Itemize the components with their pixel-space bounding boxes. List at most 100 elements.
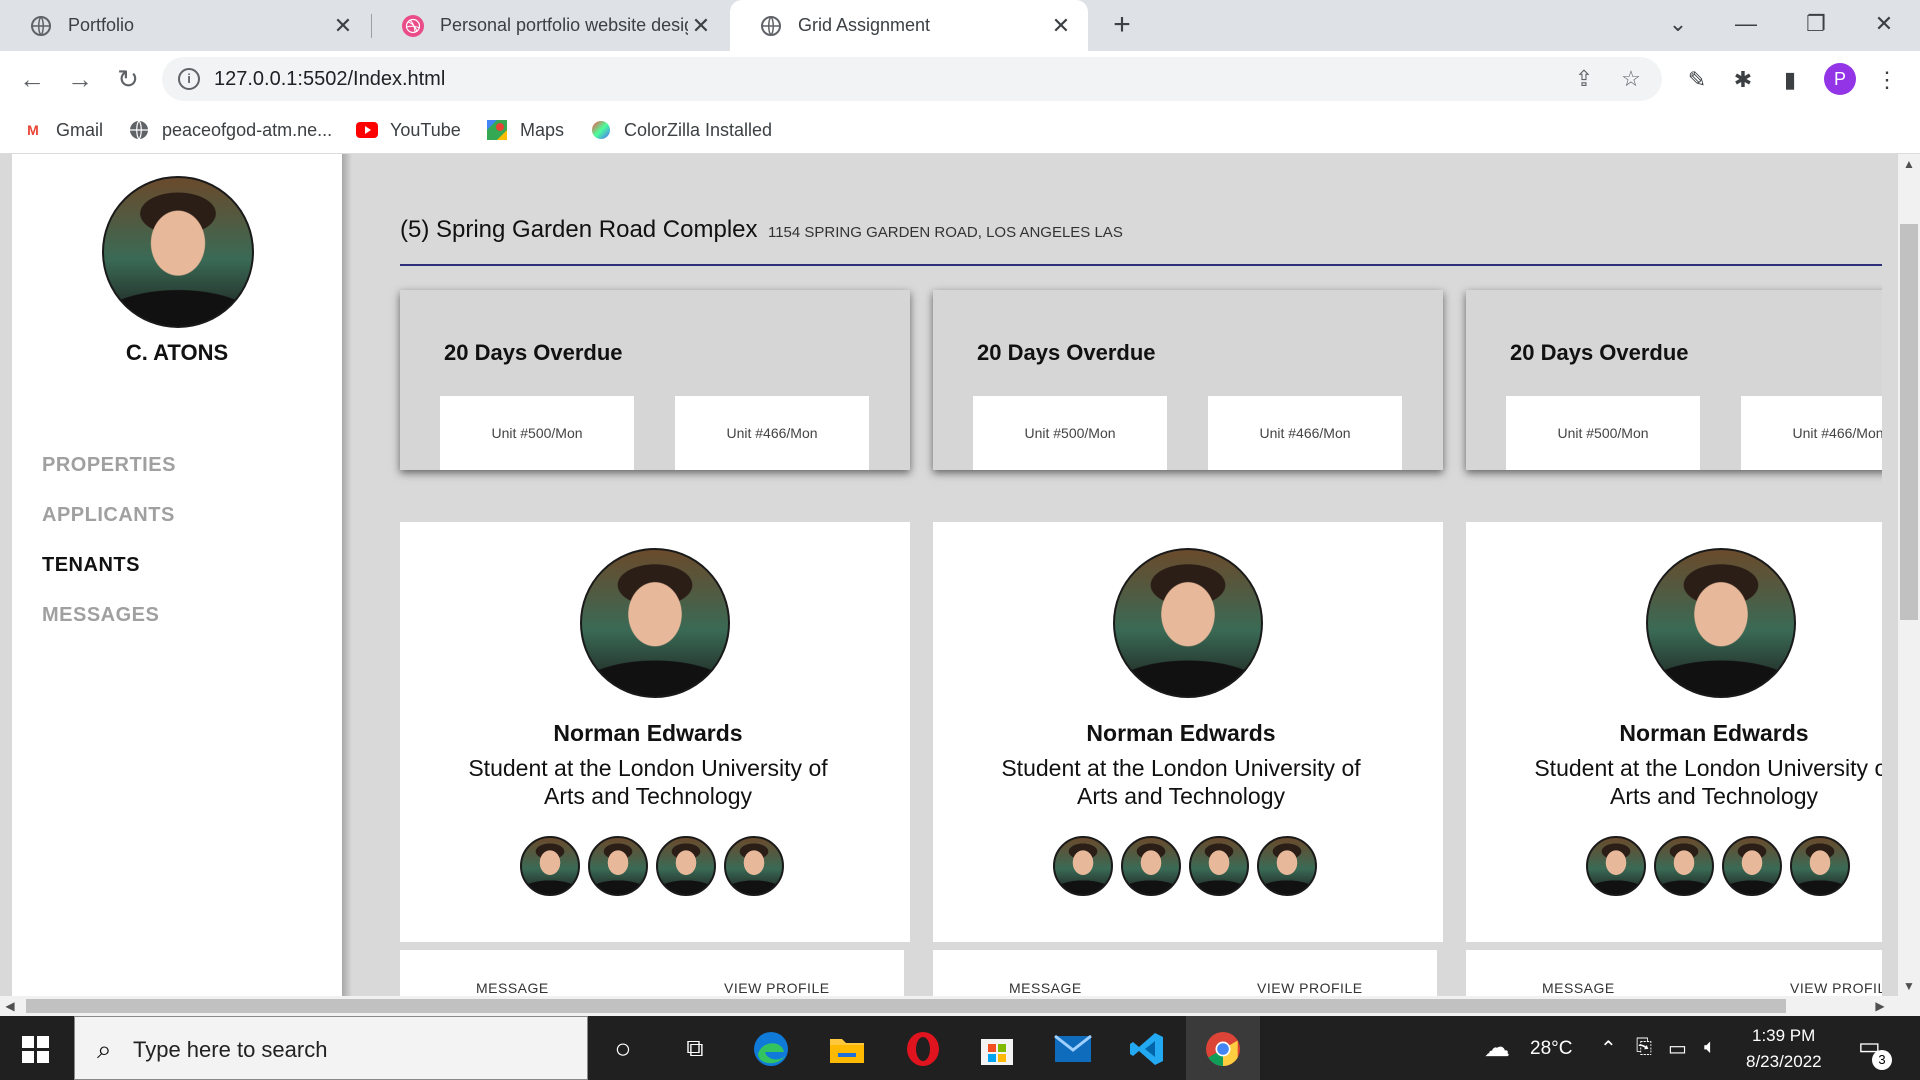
- reload-icon[interactable]: ↻: [110, 61, 146, 97]
- sidebar-item-applicants[interactable]: APPLICANTS: [42, 504, 176, 527]
- avatar: [102, 176, 254, 328]
- tab-search-chevron-icon[interactable]: ⌄: [1660, 6, 1696, 42]
- scrollbar-thumb[interactable]: [26, 999, 1786, 1013]
- scroll-left-arrow-icon[interactable]: ◀: [0, 996, 20, 1016]
- clock-date[interactable]: 8/23/2022: [1746, 1052, 1822, 1072]
- search-placeholder: Type here to search: [133, 1037, 328, 1062]
- tab-title: Personal portfolio website design: [440, 15, 688, 35]
- cortana-icon[interactable]: ○: [604, 1030, 642, 1068]
- file-explorer-icon[interactable]: [828, 1030, 866, 1068]
- weather-temperature[interactable]: 28°C: [1530, 1038, 1572, 1060]
- task-view-icon[interactable]: ⧉: [676, 1030, 714, 1068]
- url-text[interactable]: 127.0.0.1:5502/Index.html: [214, 68, 445, 91]
- view-profile-link[interactable]: VIEW PROFILE: [724, 980, 830, 996]
- colorzilla-icon: [590, 119, 612, 141]
- unit-box[interactable]: Unit #500/Mon: [440, 396, 634, 470]
- profile-description: Student at the London University of Arts…: [468, 755, 828, 809]
- content-edge: [1882, 154, 1898, 996]
- profile-card: Norman Edwards Student at the London Uni…: [400, 522, 910, 942]
- windows-taskbar: ⌕ Type here to search ○ ⧉ ☁ 28°C ⌃ ⎘ ▭ 🔈…: [0, 1016, 1920, 1080]
- back-arrow-icon[interactable]: ←: [14, 61, 50, 97]
- weather-icon[interactable]: ☁: [1484, 1032, 1510, 1063]
- edge-icon[interactable]: [752, 1030, 790, 1068]
- globe-icon: [30, 15, 52, 37]
- windows-start-icon[interactable]: [22, 1036, 50, 1064]
- avatar: [1646, 548, 1796, 698]
- microsoft-store-icon[interactable]: [978, 1030, 1016, 1068]
- chrome-icon[interactable]: [1204, 1030, 1242, 1068]
- share-icon[interactable]: ⇪: [1570, 65, 1598, 93]
- avatar: [588, 836, 648, 896]
- sidebar-item-tenants[interactable]: TENANTS: [42, 554, 176, 577]
- tab-portfolio[interactable]: Portfolio ✕: [0, 0, 370, 51]
- bookmarks-bar: M Gmail peaceofgod-atm.ne... YouTube Map…: [0, 106, 1920, 154]
- scroll-right-arrow-icon[interactable]: ▶: [1870, 996, 1890, 1016]
- profile-avatar[interactable]: P: [1824, 63, 1856, 95]
- close-icon[interactable]: ✕: [688, 13, 714, 39]
- avatar: [520, 836, 580, 896]
- minimize-icon[interactable]: —: [1728, 6, 1764, 42]
- volume-icon[interactable]: 🔈︎: [1704, 1036, 1716, 1059]
- unit-box[interactable]: Unit #500/Mon: [1506, 396, 1700, 470]
- vscode-icon[interactable]: [1128, 1030, 1166, 1068]
- eyedropper-extension-icon[interactable]: ✎: [1682, 65, 1712, 95]
- gmail-icon: M: [27, 122, 39, 138]
- notification-count[interactable]: 3: [1872, 1050, 1892, 1070]
- scroll-down-arrow-icon[interactable]: ▼: [1898, 976, 1920, 996]
- avatar: [724, 836, 784, 896]
- message-link[interactable]: MESSAGE: [1009, 980, 1082, 996]
- extensions-puzzle-icon[interactable]: ✱: [1728, 65, 1758, 95]
- overdue-card: 20 Days Overdue Unit #500/Mon Unit #466/…: [933, 290, 1443, 470]
- address-bar: ← → ↻ i 127.0.0.1:5502/Index.html ⇪ ☆ ✎ …: [0, 51, 1920, 106]
- sidebar-shadow: [342, 154, 352, 996]
- sidebar-item-messages[interactable]: MESSAGES: [42, 604, 176, 627]
- bookmark-star-icon[interactable]: ☆: [1617, 65, 1645, 93]
- message-link[interactable]: MESSAGE: [476, 980, 549, 996]
- close-icon[interactable]: ✕: [330, 13, 356, 39]
- message-link[interactable]: MESSAGE: [1542, 980, 1615, 996]
- avatar: [1189, 836, 1249, 896]
- bookmark-gmail[interactable]: M Gmail: [22, 114, 103, 146]
- section-header: (5) Spring Garden Road Complex 1154 SPRI…: [400, 216, 1894, 266]
- avatar: [1053, 836, 1113, 896]
- meet-now-icon[interactable]: ⎘: [1636, 1036, 1652, 1059]
- profile-actions: MESSAGE VIEW PROFILE: [1466, 950, 1898, 996]
- view-profile-link[interactable]: VIEW PROFILE: [1257, 980, 1363, 996]
- scrollbar-thumb[interactable]: [1900, 224, 1918, 620]
- globe-icon: [760, 15, 782, 37]
- clock-time[interactable]: 1:39 PM: [1752, 1026, 1815, 1046]
- opera-icon[interactable]: [904, 1030, 942, 1068]
- taskbar-search-box[interactable]: ⌕ Type here to search: [74, 1016, 588, 1080]
- info-icon[interactable]: i: [178, 68, 200, 90]
- chevron-up-icon[interactable]: ⌃: [1600, 1036, 1617, 1061]
- sidebar-item-properties[interactable]: PROPERTIES: [42, 454, 176, 477]
- close-window-icon[interactable]: ✕: [1866, 6, 1902, 42]
- mail-icon[interactable]: [1054, 1030, 1092, 1068]
- horizontal-scrollbar[interactable]: ◀ ▶: [0, 996, 1920, 1016]
- sidebar-nav: PROPERTIES APPLICANTS TENANTS MESSAGES: [42, 454, 176, 654]
- bookmark-colorzilla[interactable]: ColorZilla Installed: [590, 114, 772, 146]
- url-field[interactable]: i 127.0.0.1:5502/Index.html ⇪ ☆: [162, 57, 1662, 101]
- view-profile-link[interactable]: VIEW PROFILE: [1790, 980, 1896, 996]
- bookmark-youtube[interactable]: YouTube: [356, 114, 461, 146]
- tab-personal-portfolio[interactable]: Personal portfolio website design ✕: [372, 0, 728, 51]
- new-tab-button[interactable]: +: [1104, 8, 1140, 44]
- sidebar: C. ATONS PROPERTIES APPLICANTS TENANTS M…: [12, 154, 342, 996]
- bookmark-peaceofgod[interactable]: peaceofgod-atm.ne...: [128, 114, 332, 146]
- forward-arrow-icon[interactable]: →: [62, 61, 98, 97]
- side-panel-icon[interactable]: ▮: [1775, 65, 1805, 95]
- unit-box[interactable]: Unit #500/Mon: [973, 396, 1167, 470]
- restore-icon[interactable]: ❐: [1798, 6, 1834, 42]
- unit-box[interactable]: Unit #466/Mon: [1741, 396, 1898, 470]
- tab-grid-assignment[interactable]: Grid Assignment ✕: [730, 0, 1088, 51]
- unit-box[interactable]: Unit #466/Mon: [675, 396, 869, 470]
- bookmark-maps[interactable]: Maps: [486, 114, 564, 146]
- close-icon[interactable]: ✕: [1048, 13, 1074, 39]
- vertical-scrollbar[interactable]: ▲ ▼: [1898, 154, 1920, 996]
- kebab-menu-icon[interactable]: ⋮: [1872, 65, 1902, 95]
- avatar: [1790, 836, 1850, 896]
- overdue-card: 20 Days Overdue Unit #500/Mon Unit #466/…: [400, 290, 910, 470]
- unit-box[interactable]: Unit #466/Mon: [1208, 396, 1402, 470]
- scroll-up-arrow-icon[interactable]: ▲: [1898, 154, 1920, 174]
- battery-icon[interactable]: ▭: [1668, 1036, 1687, 1061]
